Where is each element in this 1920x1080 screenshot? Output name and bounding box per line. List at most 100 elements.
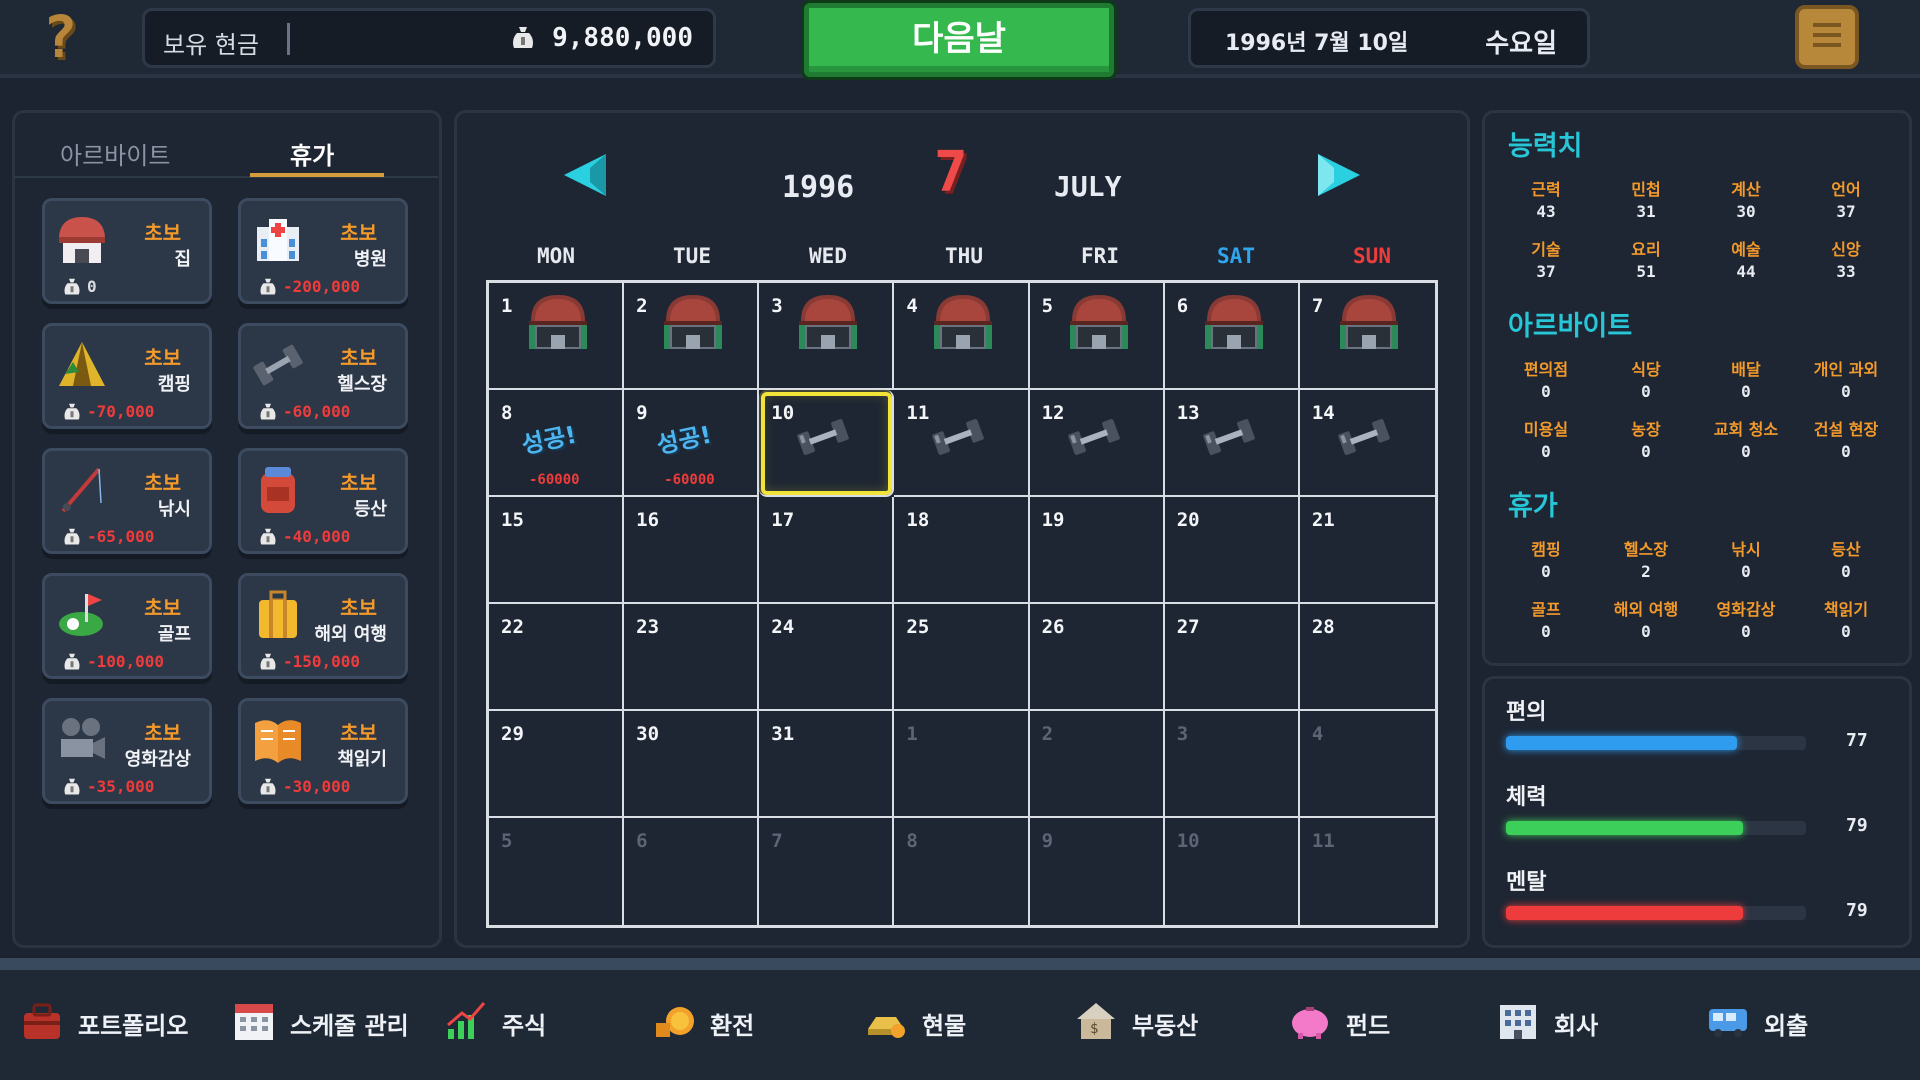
calendar-day[interactable]: 20 <box>1164 497 1300 604</box>
stat-item: 개인 과외 0 <box>1796 356 1896 401</box>
nav-portfolio[interactable]: 포트폴리오 <box>20 990 188 1056</box>
stat-item: 헬스장 2 <box>1596 536 1696 581</box>
day-number: 23 <box>636 616 660 638</box>
nav-coins[interactable]: 환전 <box>652 990 754 1056</box>
stat-value: 43 <box>1536 202 1556 221</box>
calendar-day[interactable]: 6 <box>624 818 760 925</box>
calendar-day[interactable]: 11 <box>1300 818 1435 925</box>
calendar-day[interactable]: 21 <box>1299 497 1435 604</box>
nav-house-dollar[interactable]: $ 부동산 <box>1074 990 1198 1056</box>
nav-label: 환전 <box>710 1011 755 1040</box>
next-day-button[interactable]: 다음날 <box>804 3 1114 77</box>
activity-level: 초보 <box>340 471 377 495</box>
activity-cost: -150,000 <box>283 652 361 671</box>
prev-month-arrow-icon[interactable] <box>560 152 610 202</box>
gauge-track <box>1506 906 1806 920</box>
nav-bus[interactable]: 외출 <box>1706 990 1808 1056</box>
calendar-day[interactable]: 25 <box>894 604 1030 711</box>
calendar-day[interactable]: 26 <box>1029 604 1165 711</box>
calendar-day[interactable]: 11 <box>894 390 1030 497</box>
calendar-day[interactable]: 6 <box>1164 283 1300 390</box>
calendar-day[interactable]: 5 <box>1029 283 1165 390</box>
calendar-day[interactable]: 9 성공! -60000 <box>624 390 760 497</box>
calendar-day[interactable]: 29 <box>489 711 625 818</box>
calendar-day[interactable]: 7 <box>1299 283 1435 390</box>
calendar-day[interactable]: 28 <box>1299 604 1435 711</box>
calendar-day[interactable]: 1 <box>894 711 1030 818</box>
gauge-label: 멘탈 <box>1506 870 1547 895</box>
nav-building[interactable]: 회사 <box>1496 990 1598 1056</box>
calendar-day[interactable]: 31 <box>759 711 895 818</box>
nav-calendar[interactable]: 스케줄 관리 <box>232 990 409 1056</box>
calendar-day[interactable]: 3 <box>1164 711 1300 818</box>
calendar-day[interactable]: 2 <box>1029 711 1165 818</box>
calendar-day[interactable]: 9 <box>1030 818 1165 925</box>
activity-card[interactable]: 초보 집 0 <box>42 198 212 304</box>
stat-value: 0 <box>1741 382 1751 401</box>
calendar-day[interactable]: 12 <box>1029 390 1165 497</box>
current-date: 1996년 7월 10일 <box>1225 31 1409 56</box>
activity-card[interactable]: 초보 헬스장 -60,000 <box>238 323 408 429</box>
calendar-day-today[interactable]: 10 <box>759 390 895 497</box>
calendar-day[interactable]: 24 <box>759 604 895 711</box>
activity-card[interactable]: 초보 영화감상 -35,000 <box>42 698 212 804</box>
calendar-day[interactable]: 5 <box>489 818 625 925</box>
stat-item: 근력 43 <box>1496 176 1596 221</box>
calendar-day[interactable]: 7 <box>759 818 895 925</box>
nav-label: 부동산 <box>1132 1011 1199 1040</box>
activity-card[interactable]: 초보 캠핑 -70,000 <box>42 323 212 429</box>
calendar-day[interactable]: 10 <box>1165 818 1300 925</box>
calendar-day[interactable]: 2 <box>624 283 760 390</box>
activity-card[interactable]: 초보 낚시 -65,000 <box>42 448 212 554</box>
house-icon <box>930 291 996 355</box>
day-number: 3 <box>771 295 783 317</box>
calendar-day[interactable]: 16 <box>624 497 760 604</box>
day-number: 10 <box>1176 830 1200 852</box>
nav-gold-bar[interactable]: 현물 <box>864 990 966 1056</box>
calendar-day[interactable]: 22 <box>489 604 625 711</box>
calendar-day[interactable]: 8 성공! -60000 <box>489 390 625 497</box>
calendar-day[interactable]: 17 <box>759 497 895 604</box>
calendar-day[interactable]: 15 <box>489 497 625 604</box>
stat-label: 등산 <box>1831 540 1861 559</box>
svg-text:$: $ <box>1090 1021 1098 1037</box>
calendar-day[interactable]: 30 <box>624 711 760 818</box>
calendar-day[interactable]: 3 <box>759 283 895 390</box>
activity-card[interactable]: 초보 해외 여행 -150,000 <box>238 573 408 679</box>
stat-item: 계산 30 <box>1696 176 1796 221</box>
house-dollar-icon: $ <box>1074 999 1118 1047</box>
stat-value: 30 <box>1736 202 1756 221</box>
day-number: 30 <box>636 723 660 745</box>
menu-icon[interactable] <box>1795 5 1859 69</box>
day-number: 11 <box>1311 830 1335 852</box>
calendar-day[interactable]: 14 <box>1299 390 1435 497</box>
calendar-day[interactable]: 23 <box>624 604 760 711</box>
day-number: 5 <box>501 830 513 852</box>
tab-vacation[interactable]: 휴가 <box>290 136 334 171</box>
money-bag-icon <box>259 402 277 426</box>
calendar-day[interactable]: 19 <box>1029 497 1165 604</box>
stat-item: 낚시 0 <box>1696 536 1796 581</box>
calendar-day[interactable]: 4 <box>1299 711 1435 818</box>
calendar-day[interactable]: 8 <box>894 818 1030 925</box>
calendar-day[interactable]: 1 <box>489 283 625 390</box>
gauge-track <box>1506 821 1806 835</box>
help-icon[interactable]: ? <box>30 6 90 68</box>
day-number: 6 <box>636 830 648 852</box>
next-month-arrow-icon[interactable] <box>1314 152 1364 202</box>
stat-item: 건설 현장 0 <box>1796 416 1896 461</box>
day-number: 29 <box>501 723 524 745</box>
calendar-day[interactable]: 4 <box>894 283 1030 390</box>
nav-piggy-bank[interactable]: 펀드 <box>1288 990 1390 1056</box>
calendar-day[interactable]: 27 <box>1164 604 1300 711</box>
tab-part-time[interactable]: 아르바이트 <box>60 136 170 171</box>
calendar-day[interactable]: 13 <box>1164 390 1300 497</box>
activity-card[interactable]: 초보 등산 -40,000 <box>238 448 408 554</box>
activity-card[interactable]: 초보 병원 -200,000 <box>238 198 408 304</box>
house-icon <box>660 291 726 355</box>
nav-stock-chart[interactable]: 주식 <box>444 990 546 1056</box>
activity-card[interactable]: 초보 골프 -100,000 <box>42 573 212 679</box>
activity-card[interactable]: 초보 책읽기 -30,000 <box>238 698 408 804</box>
calendar-day[interactable]: 18 <box>894 497 1030 604</box>
activity-level: 초보 <box>144 221 181 245</box>
